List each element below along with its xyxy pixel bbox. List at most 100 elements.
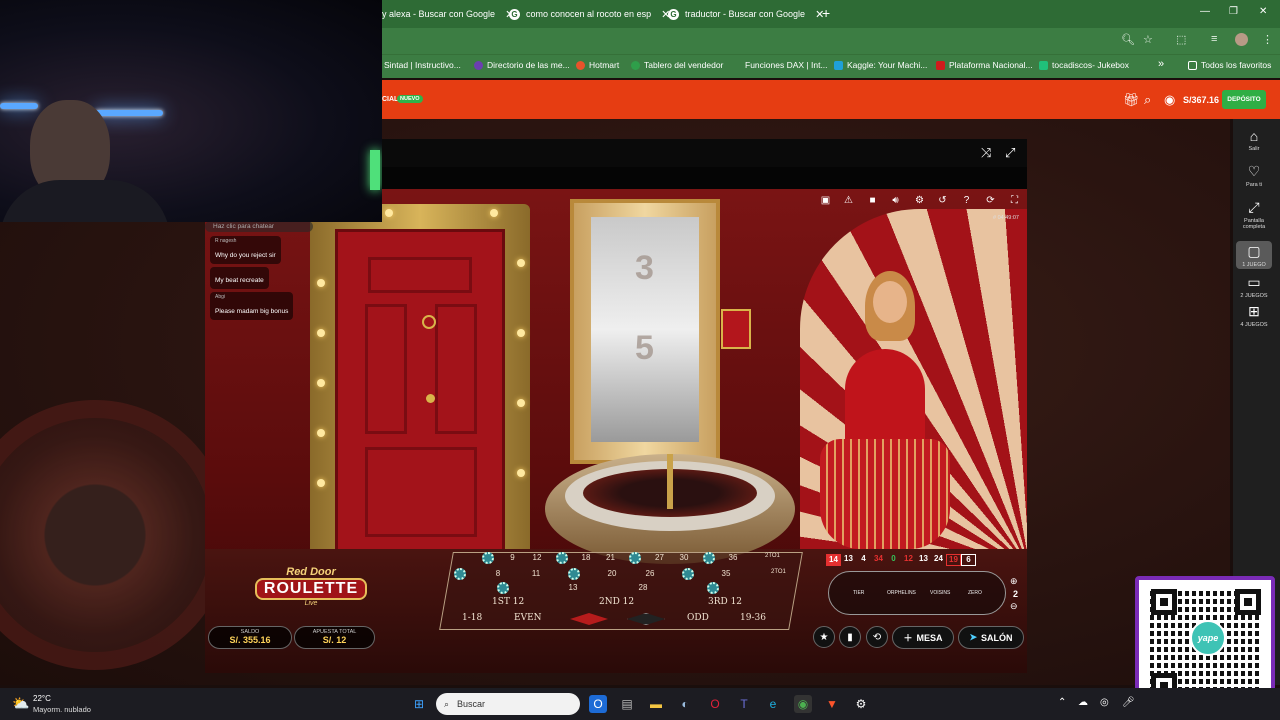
shuffle-icon[interactable]: ⤨ [981,145,991,161]
cloud-icon[interactable]: ☁ [1078,697,1088,708]
column-bet[interactable]: 2TO1 [765,553,780,559]
store-icon[interactable]: ▤ [618,695,636,713]
bet-19-36[interactable]: 19-36 [740,613,766,623]
zoom-icon[interactable]: 🔍︎ [1121,33,1135,46]
mic-icon[interactable]: 🎤︎ [1122,697,1135,708]
bookmark-item[interactable]: tocadiscos- Jukebox [1039,60,1129,70]
reading-list-icon[interactable]: ≡ [1211,33,1217,45]
video-icon[interactable]: ■ [864,195,881,210]
statistics-icon[interactable]: ▮ [839,626,861,648]
number-cell[interactable]: 21 [603,553,619,562]
racetrack-tier[interactable]: TIER [853,590,864,596]
restore-button[interactable]: ❐ [1229,6,1238,17]
neighbours-plus-icon[interactable]: ⊕ [1010,576,1018,587]
bookmark-item[interactable]: Tablero del vendedor [631,60,723,70]
profile-avatar[interactable] [1235,33,1248,46]
tab-alexa[interactable]: y alexa - Buscar con Google ✕ [382,4,514,24]
user-icon[interactable]: ◉ [1164,92,1175,108]
rail-2-games[interactable]: ▭ 2 JUEGOS [1236,274,1272,299]
extensions-icon[interactable]: ⬚ [1176,33,1186,46]
number-cell[interactable]: 18 [578,553,594,562]
mesa-button[interactable]: ＋ MESA [892,626,954,649]
close-window-button[interactable]: ✕ [1259,6,1267,17]
tray-chevron-icon[interactable]: ⌃ [1058,697,1066,708]
start-icon[interactable]: ⊞ [410,695,428,713]
taskbar-search[interactable]: ⌕ Buscar [436,693,580,715]
tab-traductor[interactable]: G traductor - Buscar con Google ✕ [668,4,824,24]
settings-icon[interactable]: ⚙ [911,195,928,210]
fullscreen-icon[interactable]: ⛶ [1006,195,1023,210]
minimize-button[interactable]: — [1200,6,1210,17]
column-bet[interactable]: 2TO1 [771,569,786,575]
new-tab-button[interactable]: + [822,5,830,21]
number-cell[interactable]: 27 [652,553,668,562]
opera-icon[interactable]: O [706,695,724,713]
bookmark-item[interactable]: Directorio de las me... [474,60,570,70]
weather-icon[interactable]: ⛅ [12,695,29,712]
warning-icon[interactable]: ⚠ [840,195,857,210]
steam-icon[interactable]: ◐ [676,695,694,713]
volume-icon[interactable]: 🔊︎ [887,195,904,210]
help-icon[interactable]: ? [958,195,975,210]
menu-icon[interactable]: ⋮ [1262,33,1273,46]
number-cell[interactable]: 12 [529,553,545,562]
dozen-1[interactable]: 1ST 12 [492,597,524,607]
chat-input[interactable]: Haz clic para chatear [205,221,313,232]
settings-icon[interactable]: ⚙ [852,695,870,713]
rail-4-games[interactable]: ⊞ 4 JUEGOS [1236,303,1272,328]
dozen-2[interactable]: 2ND 12 [599,597,634,607]
all-favorites[interactable]: Todos los favoritos [1188,60,1271,70]
number-cell[interactable]: 8 [490,569,506,578]
bookmark-item[interactable]: Funciones DAX | Int... [745,60,828,70]
chrome-icon[interactable]: ◉ [794,695,812,713]
bookmark-item[interactable]: Hotmart [576,60,619,70]
number-cell[interactable]: 35 [718,569,734,578]
number-cell[interactable]: 30 [676,553,692,562]
search-icon[interactable]: ⌕ [1144,92,1151,108]
rail-salir[interactable]: ⌂ Salir [1236,128,1272,152]
outlook-icon[interactable]: O [589,695,607,713]
chat-toggle-icon[interactable]: ▣ [817,195,834,210]
bet-odd[interactable]: ODD [687,613,709,623]
rail-1-game[interactable]: ▢ 1 JUEGO [1236,241,1272,269]
bet-even[interactable]: EVEN [514,613,542,623]
number-cell[interactable]: 36 [725,553,741,562]
neighbours-minus-icon[interactable]: ⊖ [1010,601,1018,612]
file-explorer-icon[interactable]: ▬ [647,695,665,713]
favorites-star-icon[interactable]: ★ [813,626,835,648]
weather-desc[interactable]: Mayorm. nublado [33,705,91,714]
number-cell[interactable]: 28 [635,583,651,592]
gift-icon[interactable]: 🎁︎ [1123,92,1140,108]
dozen-3[interactable]: 3RD 12 [708,597,742,607]
lobby-icon[interactable]: ⟳ [982,195,999,210]
repeat-icon[interactable]: ⟲ [866,626,888,648]
expand-icon[interactable]: ⤢ [1005,145,1015,161]
number-cell[interactable]: 11 [528,569,544,578]
brave-icon[interactable]: ▼ [823,695,841,713]
racetrack-voisins[interactable]: VOISINS [930,590,950,596]
bet-1-18[interactable]: 1-18 [462,613,482,623]
tab-rocoto[interactable]: G como conocen al rocoto en esp ✕ [509,4,670,24]
racetrack-zero[interactable]: ZERO [968,590,982,596]
number-cell[interactable]: 9 [505,553,521,562]
weather-temp[interactable]: 22°C [33,694,51,703]
history-icon[interactable]: ↺ [934,195,951,210]
number-cell[interactable]: 13 [565,583,581,592]
racetrack-orphelins[interactable]: ORPHELINS [887,590,916,596]
bookmark-item[interactable]: Kaggle: Your Machi... [834,60,927,70]
more-bookmarks-icon[interactable]: » [1158,58,1164,70]
deposit-button[interactable]: DEPÓSITO [1222,90,1266,109]
teams-icon[interactable]: T [735,695,753,713]
bookmark-item[interactable]: Sintad | Instructivo... [384,60,461,70]
network-icon[interactable]: ◎ [1100,697,1109,708]
salon-button[interactable]: ➤ SALÓN [958,626,1024,649]
edge-icon[interactable]: e [764,695,782,713]
account-balance[interactable]: S/367.16 [1183,95,1219,105]
rail-para-ti[interactable]: ♡ Para ti [1236,163,1272,188]
rail-fullscreen[interactable]: ⤢ Pantalla completa [1236,199,1272,230]
number-cell[interactable]: 20 [604,569,620,578]
number-cell[interactable]: 26 [642,569,658,578]
bookmark-item[interactable]: Plataforma Nacional... [936,60,1033,70]
star-icon[interactable]: ☆ [1143,33,1153,46]
nav-item-partial[interactable]: CIAL [382,96,398,103]
